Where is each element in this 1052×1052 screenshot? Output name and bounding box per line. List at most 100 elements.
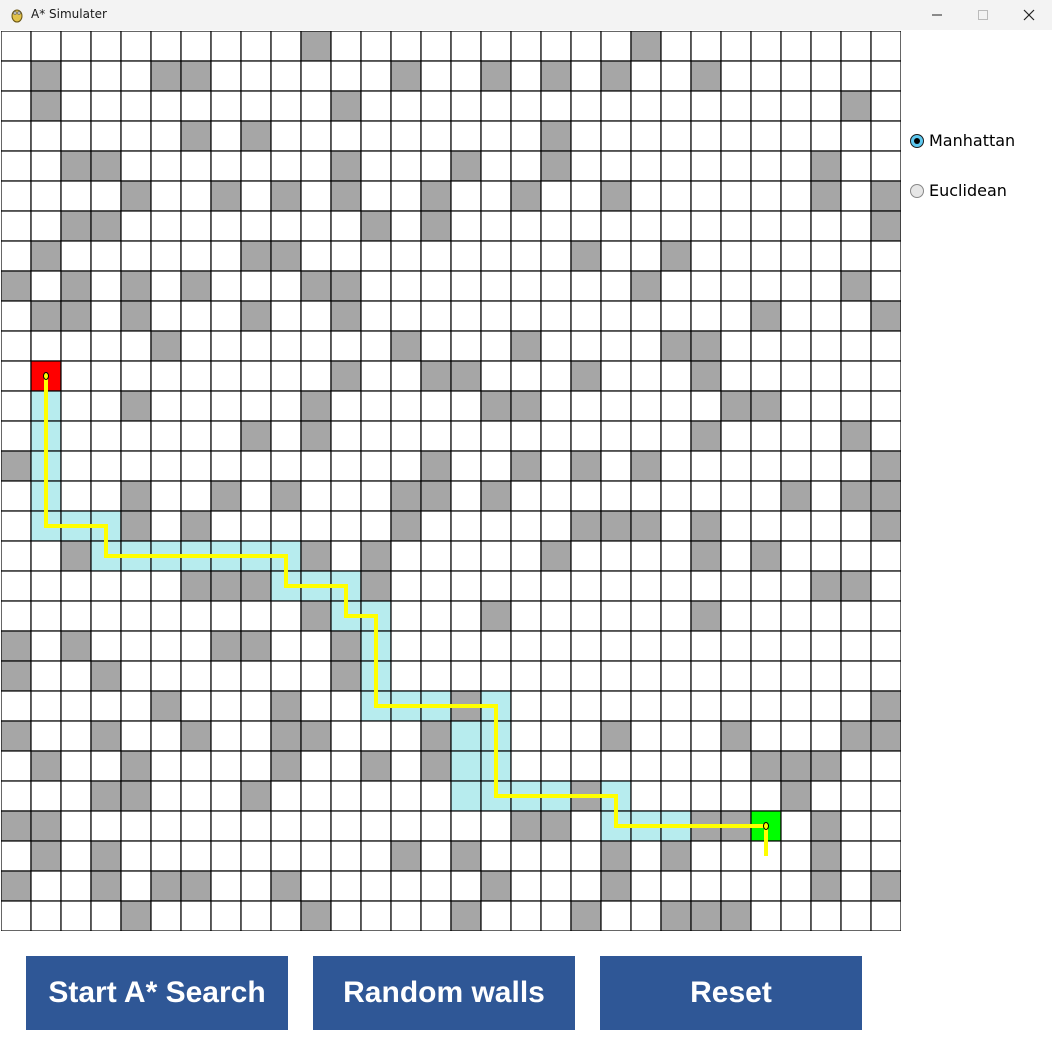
grid-cell[interactable] — [390, 570, 422, 602]
wall-cell[interactable] — [390, 840, 422, 872]
grid-cell[interactable] — [630, 540, 662, 572]
grid-cell[interactable] — [300, 300, 332, 332]
grid-cell[interactable] — [870, 600, 901, 632]
wall-cell[interactable] — [690, 900, 722, 931]
wall-cell[interactable] — [240, 420, 272, 452]
grid-cell[interactable] — [870, 360, 901, 392]
grid-cell[interactable] — [750, 240, 782, 272]
grid-cell[interactable] — [600, 330, 632, 362]
grid-cell[interactable] — [810, 540, 842, 572]
wall-cell[interactable] — [870, 720, 901, 752]
grid-cell[interactable] — [510, 690, 542, 722]
grid-cell[interactable] — [30, 570, 62, 602]
wall-cell[interactable] — [750, 390, 782, 422]
grid-cell[interactable] — [60, 120, 92, 152]
grid-cell[interactable] — [720, 510, 752, 542]
grid-cell[interactable] — [90, 360, 122, 392]
grid-cell[interactable] — [870, 840, 901, 872]
wall-cell[interactable] — [780, 780, 812, 812]
wall-cell[interactable] — [180, 120, 212, 152]
grid-cell[interactable] — [360, 390, 392, 422]
grid-cell[interactable] — [240, 390, 272, 422]
grid-cell[interactable] — [540, 300, 572, 332]
wall-cell[interactable] — [60, 300, 92, 332]
grid-cell[interactable] — [600, 150, 632, 182]
grid-cell[interactable] — [390, 31, 422, 62]
grid-cell[interactable] — [630, 690, 662, 722]
wall-cell[interactable] — [90, 660, 122, 692]
wall-cell[interactable] — [690, 360, 722, 392]
grid-cell[interactable] — [60, 720, 92, 752]
grid-cell[interactable] — [540, 450, 572, 482]
grid-cell[interactable] — [210, 600, 242, 632]
grid-cell[interactable] — [1, 31, 32, 62]
grid-cell[interactable] — [180, 840, 212, 872]
grid-cell[interactable] — [750, 780, 782, 812]
grid-cell[interactable] — [600, 390, 632, 422]
grid-cell[interactable] — [630, 600, 662, 632]
grid-cell[interactable] — [570, 810, 602, 842]
grid-cell[interactable] — [660, 150, 692, 182]
grid-cell[interactable] — [120, 150, 152, 182]
grid-cell[interactable] — [570, 210, 602, 242]
grid-cell[interactable] — [150, 90, 182, 122]
grid-cell[interactable] — [690, 480, 722, 512]
grid-cell[interactable] — [630, 330, 662, 362]
grid-cell[interactable] — [330, 390, 362, 422]
wall-cell[interactable] — [150, 870, 182, 902]
grid-cell[interactable] — [270, 390, 302, 422]
grid-cell[interactable] — [510, 300, 542, 332]
grid-cell[interactable] — [1, 90, 32, 122]
grid-cell[interactable] — [240, 210, 272, 242]
grid-cell[interactable] — [600, 120, 632, 152]
grid-cell[interactable] — [750, 450, 782, 482]
wall-cell[interactable] — [810, 180, 842, 212]
grid-cell[interactable] — [360, 720, 392, 752]
grid-cell[interactable] — [510, 420, 542, 452]
wall-cell[interactable] — [180, 270, 212, 302]
grid-cell[interactable] — [150, 720, 182, 752]
grid-cell[interactable] — [510, 480, 542, 512]
grid-cell[interactable] — [870, 60, 901, 92]
grid-cell[interactable] — [30, 720, 62, 752]
grid-cell[interactable] — [330, 720, 362, 752]
grid-cell[interactable] — [510, 210, 542, 242]
grid-cell[interactable] — [690, 780, 722, 812]
grid-cell[interactable] — [270, 150, 302, 182]
grid-cell[interactable] — [450, 570, 482, 602]
wall-cell[interactable] — [330, 630, 362, 662]
grid-cell[interactable] — [360, 360, 392, 392]
grid-cell[interactable] — [810, 240, 842, 272]
grid-cell[interactable] — [30, 180, 62, 212]
wall-cell[interactable] — [630, 31, 662, 62]
grid-cell[interactable] — [90, 750, 122, 782]
wall-cell[interactable] — [690, 60, 722, 92]
wall-cell[interactable] — [510, 450, 542, 482]
wall-cell[interactable] — [510, 390, 542, 422]
grid-cell[interactable] — [90, 630, 122, 662]
grid-cell[interactable] — [780, 330, 812, 362]
grid-cell[interactable] — [30, 330, 62, 362]
wall-cell[interactable] — [120, 750, 152, 782]
grid-cell[interactable] — [540, 510, 572, 542]
grid-cell[interactable] — [240, 150, 272, 182]
wall-cell[interactable] — [330, 180, 362, 212]
grid-cell[interactable] — [780, 810, 812, 842]
grid-cell[interactable] — [780, 450, 812, 482]
grid-cell[interactable] — [630, 180, 662, 212]
grid-cell[interactable] — [180, 360, 212, 392]
grid-cell[interactable] — [150, 180, 182, 212]
grid-cell[interactable] — [540, 690, 572, 722]
wall-cell[interactable] — [450, 360, 482, 392]
grid-cell[interactable] — [840, 660, 872, 692]
wall-cell[interactable] — [690, 540, 722, 572]
grid-cell[interactable] — [180, 420, 212, 452]
wall-cell[interactable] — [330, 90, 362, 122]
grid-cell[interactable] — [270, 60, 302, 92]
wall-cell[interactable] — [420, 210, 452, 242]
grid-cell[interactable] — [660, 120, 692, 152]
grid-cell[interactable] — [330, 900, 362, 931]
grid-cell[interactable] — [810, 690, 842, 722]
grid-canvas[interactable] — [1, 31, 901, 931]
grid-cell[interactable] — [630, 840, 662, 872]
